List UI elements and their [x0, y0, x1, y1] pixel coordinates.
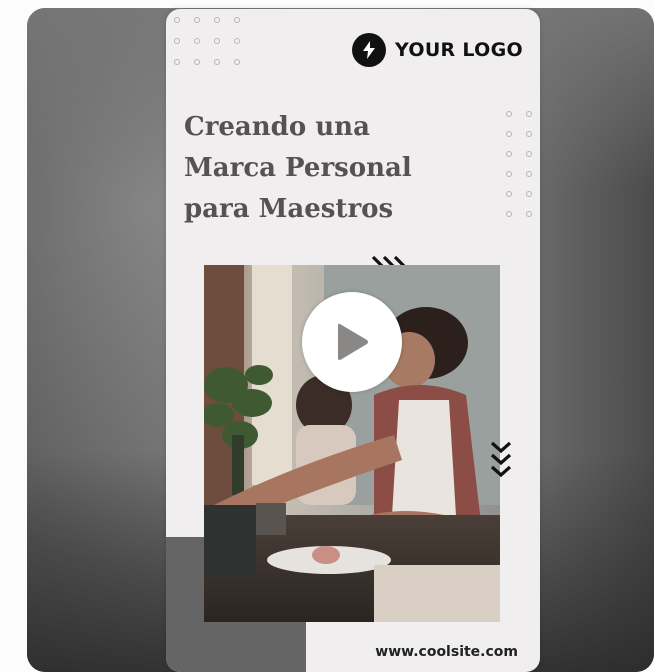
lightning-bolt-icon — [352, 33, 386, 67]
headline-line-1: Creando una — [184, 112, 370, 142]
website-url[interactable]: www.coolsite.com — [375, 644, 518, 660]
brand-logo[interactable]: YOUR LOGO — [352, 33, 523, 67]
chevrons-down-icon — [490, 441, 512, 485]
story-card: YOUR LOGO Creando una Marca Personal par… — [166, 9, 540, 672]
play-button[interactable] — [302, 292, 402, 392]
dot-pattern-right — [506, 111, 532, 217]
logo-text: YOUR LOGO — [395, 39, 523, 61]
headline: Creando una Marca Personal para Maestros — [184, 107, 484, 230]
play-icon — [338, 323, 368, 360]
headline-line-2: Marca Personal — [184, 153, 412, 183]
screen: YOUR LOGO Creando una Marca Personal par… — [0, 0, 654, 672]
headline-line-3: para Maestros — [184, 194, 394, 224]
dot-pattern-top-left — [174, 17, 240, 65]
